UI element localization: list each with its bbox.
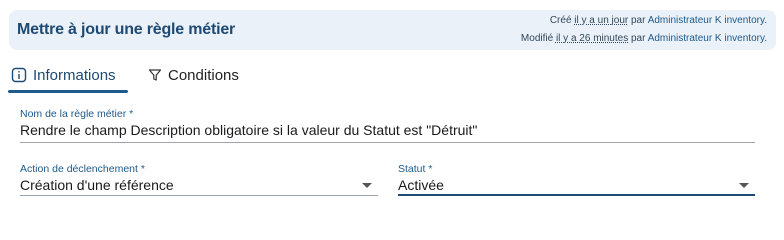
trigger-action-chevron-down-icon[interactable] [362, 183, 372, 188]
tab-informations[interactable]: Informations [11, 58, 116, 92]
status-value[interactable]: Activée [398, 177, 755, 193]
page-header: Mettre à jour une règle métier Créé il y… [9, 10, 776, 50]
trigger-action-select[interactable]: Action de déclenchement * Création d'une… [20, 163, 378, 197]
info-icon [11, 67, 27, 83]
rule-name-label: Nom de la règle métier * [20, 108, 134, 120]
created-info: Créé il y a un jour par Administrateur K… [550, 15, 767, 26]
tab-conditions-label: Conditions [168, 66, 239, 84]
active-tab-indicator [8, 90, 128, 93]
trigger-action-value[interactable]: Création d'une référence [20, 177, 378, 193]
created-by-label: par [631, 15, 646, 26]
filter-icon [148, 68, 162, 82]
trigger-action-label: Action de déclenchement * [20, 163, 145, 175]
page-title: Mettre à jour une règle métier [17, 21, 236, 38]
status-chevron-down-icon[interactable] [739, 183, 749, 188]
status-underline [398, 194, 755, 196]
created-by-user[interactable]: Administrateur K inventory. [648, 15, 767, 26]
tab-informations-label: Informations [33, 66, 116, 84]
modified-prefix: Modifié [520, 33, 554, 44]
tab-conditions[interactable]: Conditions [148, 58, 239, 92]
rule-name-value[interactable]: Rendre le champ Description obligatoire … [20, 122, 755, 138]
modified-when: il y a 26 minutes [555, 33, 629, 44]
rule-name-underline [20, 142, 755, 143]
tab-bar: Informations Conditions [0, 58, 784, 98]
created-prefix: Créé [549, 15, 572, 26]
status-select[interactable]: Statut * Activée [398, 163, 755, 197]
modified-by-user[interactable]: Administrateur K inventory. [648, 33, 767, 44]
modified-info: Modifié il y a 26 minutes par Administra… [521, 33, 767, 44]
rule-name-field[interactable]: Nom de la règle métier * Rendre le champ… [20, 108, 755, 144]
trigger-action-underline [20, 195, 378, 196]
modified-by-label: par [631, 33, 646, 44]
status-label: Statut * [398, 163, 433, 175]
created-when: il y a un jour [574, 15, 629, 26]
